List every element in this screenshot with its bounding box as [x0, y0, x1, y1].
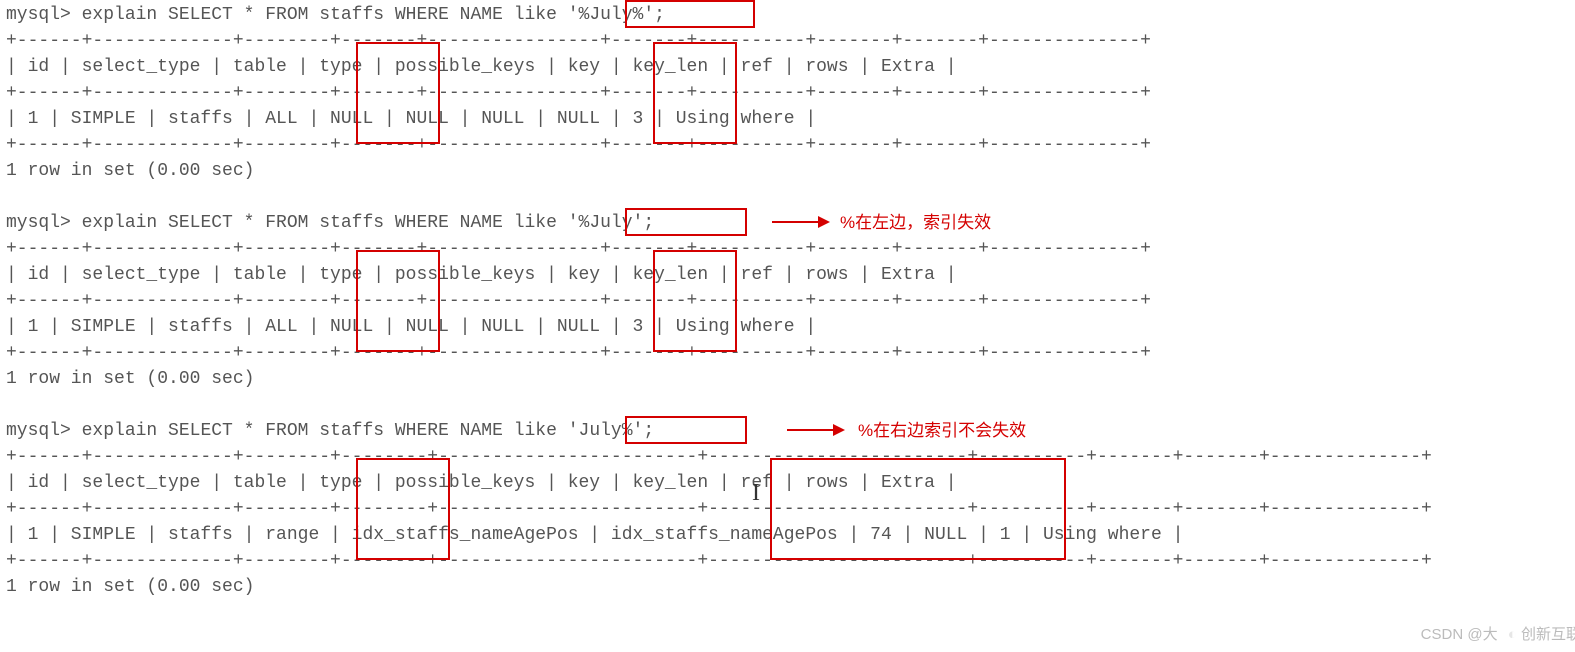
table3-border: +------+-------------+--------+--------+… — [6, 444, 1575, 470]
table1-row: | 1 | SIMPLE | staffs | ALL | NULL | NUL… — [6, 106, 1575, 132]
query2-line: mysql> explain SELECT * FROM staffs WHER… — [6, 210, 1575, 236]
table2-footer: 1 row in set (0.00 sec) — [6, 366, 1575, 392]
table3-footer: 1 row in set (0.00 sec) — [6, 574, 1575, 600]
query3-line: mysql> explain SELECT * FROM staffs WHER… — [6, 418, 1575, 444]
note-left-percent: %在左边，索引失效 — [840, 210, 991, 236]
table3-border: +------+-------------+--------+--------+… — [6, 496, 1575, 522]
table1-border: +------+-------------+--------+-------+-… — [6, 28, 1575, 54]
table3-header: | id | select_type | table | type | poss… — [6, 470, 1575, 496]
table1-border: +------+-------------+--------+-------+-… — [6, 80, 1575, 106]
query2-pattern: '%July' — [568, 213, 644, 233]
watermark-text: CSDN @大 ◐ 创新互联 — [1421, 622, 1575, 648]
table2-border: +------+-------------+--------+-------+-… — [6, 288, 1575, 314]
note-right-percent: %在右边索引不会失效 — [858, 418, 1026, 444]
table1-footer: 1 row in set (0.00 sec) — [6, 158, 1575, 184]
table1-border: +------+-------------+--------+-------+-… — [6, 132, 1575, 158]
table1-header: | id | select_type | table | type | poss… — [6, 54, 1575, 80]
logo-icon: ◐ — [1508, 626, 1517, 643]
query1-pattern: '%July%' — [568, 5, 654, 25]
table2-border: +------+-------------+--------+-------+-… — [6, 340, 1575, 366]
table2-row: | 1 | SIMPLE | staffs | ALL | NULL | NUL… — [6, 314, 1575, 340]
query1-line: mysql> explain SELECT * FROM staffs WHER… — [6, 2, 1575, 28]
table3-border: +------+-------------+--------+--------+… — [6, 548, 1575, 574]
table2-header: | id | select_type | table | type | poss… — [6, 262, 1575, 288]
query3-pattern: 'July%' — [568, 421, 644, 441]
table2-border: +------+-------------+--------+-------+-… — [6, 236, 1575, 262]
text-caret-icon: I — [752, 480, 760, 506]
table3-row: | 1 | SIMPLE | staffs | range | idx_staf… — [6, 522, 1575, 548]
